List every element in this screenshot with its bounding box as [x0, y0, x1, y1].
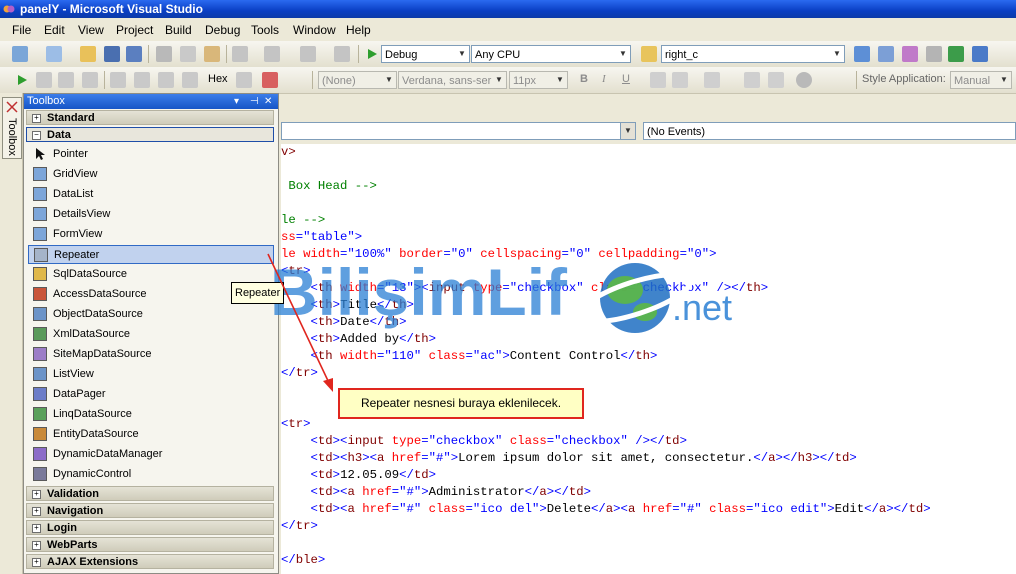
annotation-arrow: [267, 253, 333, 392]
annotation-callout: Repeater nesnesi buraya eklenilecek.: [338, 388, 584, 419]
